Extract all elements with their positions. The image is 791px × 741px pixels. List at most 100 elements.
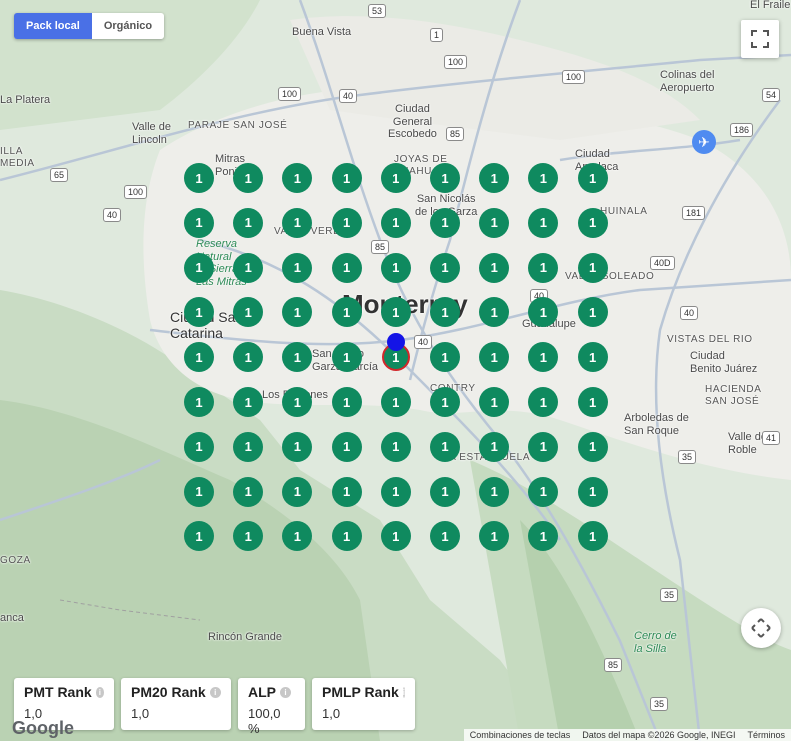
highway-shield: 186 bbox=[730, 123, 754, 137]
metric-label: PM20 Rank bbox=[131, 684, 206, 700]
info-icon[interactable]: i bbox=[402, 686, 405, 698]
highway-shield: 40 bbox=[339, 89, 358, 103]
rank-pin[interactable]: 1 bbox=[479, 431, 510, 462]
highway-shield: 41 bbox=[762, 431, 781, 445]
business-location-pin[interactable] bbox=[387, 333, 405, 351]
rank-pin[interactable]: 1 bbox=[380, 387, 411, 417]
rank-pin[interactable]: 1 bbox=[430, 387, 460, 417]
label-huinala: HUINALA bbox=[600, 206, 648, 217]
rank-pin[interactable]: 1 bbox=[282, 252, 313, 283]
rank-pin[interactable]: 1 bbox=[331, 431, 362, 462]
rank-pin[interactable]: 1 bbox=[430, 342, 460, 373]
rank-pin[interactable]: 1 bbox=[430, 476, 460, 507]
rank-pin[interactable]: 1 bbox=[577, 207, 608, 238]
rank-pin[interactable]: 1 bbox=[331, 521, 362, 552]
rank-pin[interactable]: 1 bbox=[577, 387, 608, 417]
info-icon[interactable]: i bbox=[95, 686, 104, 698]
rank-pin[interactable]: 1 bbox=[479, 207, 510, 238]
metrics-bar: PMT Rank i 1,0 PM20 Rank i 1,0 ALP i 100,0 … bbox=[14, 678, 415, 736]
rank-pin[interactable]: 1 bbox=[233, 207, 264, 238]
rank-pin[interactable]: 1 bbox=[184, 387, 214, 417]
label-vistas-rio: VISTAS DEL RIO bbox=[667, 334, 753, 345]
rank-pin[interactable]: 1 bbox=[282, 207, 313, 238]
rank-pin[interactable]: 1 bbox=[184, 163, 214, 193]
rank-pin[interactable]: 1 bbox=[430, 163, 460, 193]
airplane-icon[interactable]: ✈ bbox=[692, 130, 716, 154]
highway-shield: 35 bbox=[660, 588, 679, 602]
metric-label: PMLP Rank bbox=[322, 684, 399, 700]
rank-pin[interactable]: 1 bbox=[282, 431, 313, 462]
highway-shield: 100 bbox=[444, 55, 468, 69]
rank-pin[interactable]: 1 bbox=[528, 252, 559, 283]
rank-pin[interactable]: 1 bbox=[331, 342, 362, 373]
rank-pin[interactable]: 1 bbox=[430, 207, 460, 238]
info-icon[interactable]: i bbox=[209, 686, 221, 698]
rank-pin[interactable]: 1 bbox=[233, 163, 264, 193]
label-illa-media: ILLA MEDIA bbox=[0, 146, 35, 169]
highway-shield: 40D bbox=[650, 256, 675, 270]
rank-pin[interactable]: 1 bbox=[577, 163, 608, 193]
rank-pin[interactable]: 1 bbox=[430, 431, 460, 462]
rank-pin[interactable]: 1 bbox=[331, 163, 362, 193]
rank-pin[interactable]: 1 bbox=[380, 431, 411, 462]
map-canvas[interactable]: El Fraile y Buena Vista La Platera Valle… bbox=[0, 0, 791, 741]
rank-pin[interactable]: 1 bbox=[528, 476, 559, 507]
rank-pin[interactable]: 1 bbox=[331, 207, 362, 238]
rank-pin[interactable]: 1 bbox=[577, 297, 608, 328]
rank-pin[interactable]: 1 bbox=[184, 252, 214, 283]
terms-link[interactable]: Términos bbox=[747, 730, 785, 740]
rank-pin[interactable]: 1 bbox=[430, 252, 460, 283]
rank-pin[interactable]: 1 bbox=[233, 476, 264, 507]
rank-pin[interactable]: 1 bbox=[184, 342, 214, 373]
rank-pin[interactable]: 1 bbox=[331, 476, 362, 507]
label-rincon-grande: Rincón Grande bbox=[208, 631, 282, 643]
rank-pin[interactable]: 1 bbox=[184, 476, 214, 507]
keyboard-shortcuts-link[interactable]: Combinaciones de teclas bbox=[470, 730, 571, 740]
label-valle-lincoln: Valle de Lincoln bbox=[132, 121, 171, 146]
rank-pin[interactable]: 1 bbox=[331, 387, 362, 417]
rank-pin[interactable]: 1 bbox=[380, 163, 411, 193]
metric-value: 100,0 % bbox=[248, 706, 281, 736]
label-anca: anca bbox=[0, 612, 24, 624]
metric-value: 1,0 bbox=[322, 706, 341, 721]
rank-pin[interactable]: 1 bbox=[233, 431, 264, 462]
rank-pin[interactable]: 1 bbox=[479, 476, 510, 507]
highway-shield: 35 bbox=[650, 697, 669, 711]
highway-shield: 181 bbox=[682, 206, 706, 220]
rank-pin[interactable]: 1 bbox=[479, 387, 510, 417]
rank-pin[interactable]: 1 bbox=[184, 207, 214, 238]
rank-pin[interactable]: 1 bbox=[380, 521, 411, 552]
rank-pin[interactable]: 1 bbox=[380, 297, 411, 328]
highway-shield: 40 bbox=[680, 306, 699, 320]
rank-pin[interactable]: 1 bbox=[577, 252, 608, 283]
fullscreen-icon bbox=[751, 30, 769, 48]
rank-pin[interactable]: 1 bbox=[380, 252, 411, 283]
rank-pin[interactable]: 1 bbox=[577, 521, 608, 552]
rank-pin[interactable]: 1 bbox=[577, 342, 608, 373]
rank-pin[interactable]: 1 bbox=[380, 207, 411, 238]
pan-control-button[interactable] bbox=[741, 608, 781, 648]
rank-pin[interactable]: 1 bbox=[479, 163, 510, 193]
rank-pin[interactable]: 1 bbox=[233, 252, 264, 283]
fullscreen-button[interactable] bbox=[741, 20, 779, 58]
pack-local-tab[interactable]: Pack local bbox=[14, 13, 92, 39]
rank-pin[interactable]: 1 bbox=[233, 387, 264, 417]
highway-shield: 35 bbox=[678, 450, 697, 464]
info-icon[interactable]: i bbox=[280, 686, 291, 698]
rank-pin[interactable]: 1 bbox=[282, 476, 313, 507]
highway-shield: 85 bbox=[446, 127, 465, 141]
rank-pin[interactable]: 1 bbox=[479, 252, 510, 283]
label-goza: GOZA bbox=[0, 555, 31, 566]
rank-pin[interactable]: 1 bbox=[331, 252, 362, 283]
rank-pin[interactable]: 1 bbox=[577, 476, 608, 507]
highway-shield: 65 bbox=[50, 168, 69, 182]
rank-pin[interactable]: 1 bbox=[331, 297, 362, 328]
highway-shield: 53 bbox=[368, 4, 387, 18]
label-la-platera: La Platera bbox=[0, 94, 51, 106]
rank-pin[interactable]: 1 bbox=[528, 431, 559, 462]
rank-pin[interactable]: 1 bbox=[577, 431, 608, 462]
rank-pin[interactable]: 1 bbox=[380, 476, 411, 507]
rank-pin[interactable]: 1 bbox=[528, 207, 559, 238]
rank-pin[interactable]: 1 bbox=[184, 431, 214, 462]
organic-tab[interactable]: Orgánico bbox=[91, 13, 165, 39]
